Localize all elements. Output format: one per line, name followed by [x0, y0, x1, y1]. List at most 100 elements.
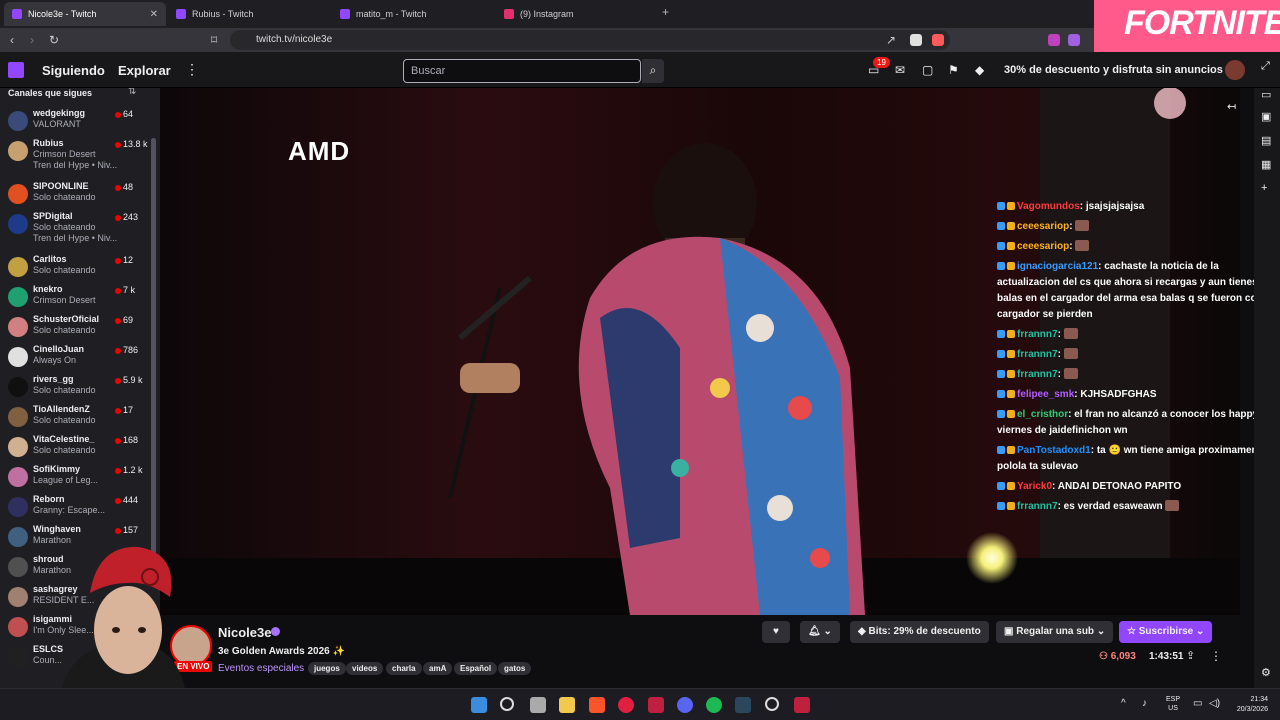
- nav-browse[interactable]: Explorar: [118, 63, 171, 78]
- chat-badge-icon: [1007, 262, 1015, 270]
- chat-username[interactable]: frrannn7: [1017, 369, 1058, 380]
- bits-icon[interactable]: ◆: [975, 63, 984, 77]
- search-input[interactable]: Buscar: [403, 59, 641, 83]
- reading-list-icon[interactable]: ▦: [1261, 158, 1271, 171]
- chat-username[interactable]: frrannn7: [1017, 329, 1058, 340]
- share-page-icon[interactable]: ↗: [886, 33, 896, 47]
- prime-loot-icon[interactable]: ⚑: [948, 63, 959, 77]
- sidebar-channel[interactable]: SPDigital Solo chateando Tren del Hype • N…: [0, 211, 150, 243]
- whispers-icon[interactable]: ▢: [922, 63, 933, 77]
- task-view-icon[interactable]: [530, 697, 546, 713]
- stream-tag[interactable]: Español: [454, 662, 498, 675]
- app-icon[interactable]: [648, 697, 664, 713]
- microphone-icon[interactable]: ♪: [1142, 698, 1147, 709]
- subscribe-button[interactable]: ☆ Suscribirse ⌄: [1119, 621, 1213, 643]
- chat-username[interactable]: PanTostadoxd1: [1017, 445, 1091, 456]
- chat-username[interactable]: el_cristhor: [1017, 409, 1068, 420]
- search-icon[interactable]: ⌕: [642, 59, 664, 83]
- browser-tab[interactable]: Rubius - Twitch: [168, 2, 330, 26]
- gift-sub-button[interactable]: ▣ Regalar una sub ⌄: [996, 621, 1114, 643]
- search-icon[interactable]: [500, 697, 514, 711]
- share-icon[interactable]: ⇪: [1186, 649, 1195, 662]
- chat-username[interactable]: Yarick0: [1017, 481, 1052, 492]
- network-icon[interactable]: ▭: [1193, 698, 1202, 709]
- chat-username[interactable]: frrannn7: [1017, 501, 1058, 512]
- stream-tag[interactable]: videos: [346, 662, 384, 675]
- sidebar-channel[interactable]: VitaCelestine_ Solo chateando 168: [0, 434, 150, 462]
- start-menu-icon[interactable]: [471, 697, 487, 713]
- side-panel-icon[interactable]: ▭: [1261, 88, 1271, 101]
- sidebar-channel[interactable]: SofiKimmy League of Leg... 1.2 k: [0, 464, 150, 492]
- forward-icon[interactable]: ›: [30, 33, 34, 47]
- volume-icon[interactable]: ◁): [1209, 698, 1220, 709]
- bits-discount-button[interactable]: ◆ Bits: 29% de descuento: [850, 621, 989, 643]
- stream-tag[interactable]: charla: [386, 662, 422, 675]
- app-icon[interactable]: [765, 697, 779, 711]
- close-tab-icon[interactable]: ✕: [150, 9, 158, 20]
- stream-tag[interactable]: gatos: [498, 662, 532, 675]
- twitch-logo-icon[interactable]: [8, 62, 24, 78]
- stream-tag[interactable]: amA: [423, 662, 453, 675]
- wallet-icon[interactable]: ▣: [1261, 110, 1271, 123]
- collapse-chat-icon[interactable]: ↤: [1227, 100, 1236, 113]
- extension-icon[interactable]: [1048, 34, 1060, 46]
- sidebar-scrollbar[interactable]: [151, 138, 156, 558]
- brave-browser-icon[interactable]: [589, 697, 605, 713]
- nav-following[interactable]: Siguiendo: [42, 63, 105, 78]
- sidebar-channel[interactable]: knekro Crimson Desert 7 k: [0, 284, 150, 312]
- extensions-icon[interactable]: ⤢: [1261, 60, 1270, 73]
- steam-icon[interactable]: [735, 697, 751, 713]
- brave-rewards-icon[interactable]: [932, 34, 944, 46]
- back-icon[interactable]: ‹: [10, 33, 14, 47]
- system-clock[interactable]: 21:34 20/3/2026: [1228, 695, 1268, 715]
- sort-icon[interactable]: ⇅: [128, 88, 136, 97]
- sidebar-channel[interactable]: wedgekingg VALORANT 64: [0, 108, 150, 136]
- reload-icon[interactable]: ↻: [49, 33, 59, 47]
- sidebar-channel[interactable]: CinelloJuan Always On 786: [0, 344, 150, 372]
- chat-username[interactable]: ceeesariop: [1017, 241, 1069, 252]
- chat-username[interactable]: ignaciogarcia121: [1017, 261, 1098, 272]
- extension-icon[interactable]: [1068, 34, 1080, 46]
- channel-name[interactable]: Nicole3e: [218, 625, 271, 640]
- new-tab-icon[interactable]: +: [662, 5, 669, 19]
- sidebar-channel[interactable]: Reborn Granny: Escape... 444: [0, 494, 150, 522]
- sidebar-channel[interactable]: SIPOONLINE Solo chateando 48: [0, 181, 150, 209]
- clip-icon[interactable]: ▤: [1261, 134, 1271, 147]
- media-player-icon[interactable]: [618, 697, 634, 713]
- app-icon[interactable]: [794, 697, 810, 713]
- notification-bell-button[interactable]: 🔔︎ ⌄: [800, 621, 840, 643]
- chat-username[interactable]: frrannn7: [1017, 349, 1058, 360]
- sidebar-channel[interactable]: rivers_gg Solo chateando 5.9 k: [0, 374, 150, 402]
- chevron-up-icon[interactable]: ^: [1121, 698, 1126, 709]
- url-bar[interactable]: twitch.tv/nicole3e: [230, 30, 950, 50]
- browser-tab[interactable]: matito_m - Twitch: [332, 2, 494, 26]
- browser-tab-active[interactable]: Nicole3e - Twitch ✕: [4, 2, 166, 26]
- more-options-icon[interactable]: ⋮: [185, 61, 199, 78]
- brave-shield-icon[interactable]: [910, 34, 922, 46]
- chat-username[interactable]: ceeesariop: [1017, 221, 1069, 232]
- user-avatar[interactable]: [1225, 60, 1245, 80]
- sidebar-channel[interactable]: Rubius Crimson Desert Tren del Hype • Niv.…: [0, 138, 150, 170]
- bookmark-icon[interactable]: ⌑: [211, 33, 217, 47]
- more-options-icon[interactable]: ⋮: [1210, 649, 1222, 663]
- inbox-icon[interactable]: ✉: [895, 63, 905, 77]
- promo-banner[interactable]: FORTNITE: [1094, 0, 1280, 52]
- turbo-promo[interactable]: 30% de descuento y disfruta sin anuncios: [1004, 64, 1223, 76]
- discord-icon[interactable]: [677, 697, 693, 713]
- add-panel-icon[interactable]: +: [1261, 182, 1267, 194]
- browser-tab[interactable]: (9) Instagram: [496, 2, 658, 26]
- input-language[interactable]: ESP US: [1166, 695, 1180, 713]
- follow-heart-button[interactable]: ♥: [762, 621, 790, 643]
- stream-tag[interactable]: juegos: [308, 662, 346, 675]
- chat-username[interactable]: felipee_smk: [1017, 389, 1074, 400]
- sidebar-channel[interactable]: Carlitos Solo chateando 12: [0, 254, 150, 282]
- channel-avatar: [8, 587, 28, 607]
- channel-name: knekro: [33, 284, 63, 294]
- sidebar-channel[interactable]: TioAllendenZ Solo chateando 17: [0, 404, 150, 432]
- file-explorer-icon[interactable]: [559, 697, 575, 713]
- spotify-icon[interactable]: [706, 697, 722, 713]
- sidebar-channel[interactable]: SchusterOficial Solo chateando 69: [0, 314, 150, 342]
- chat-username[interactable]: Vagomundos: [1017, 201, 1080, 212]
- stream-category[interactable]: Eventos especiales: [218, 663, 304, 674]
- settings-gear-icon[interactable]: ⚙: [1261, 666, 1271, 679]
